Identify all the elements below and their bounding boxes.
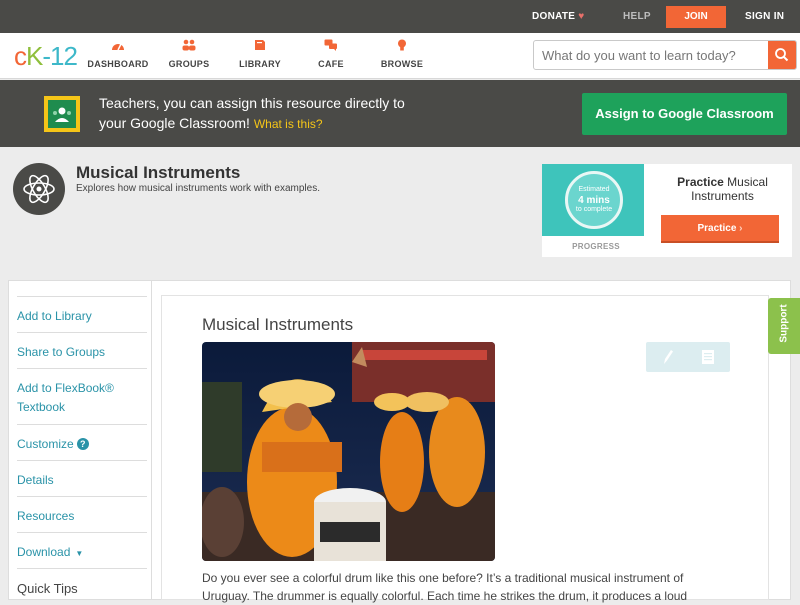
nav-browse[interactable]: BROWSE bbox=[367, 39, 437, 69]
nav-label: BROWSE bbox=[380, 59, 424, 69]
sidebar-resources[interactable]: Resources bbox=[17, 496, 147, 532]
support-label: Support bbox=[778, 304, 790, 343]
sidebar-add-to-flexbook[interactable]: Add to FlexBook® Textbook bbox=[17, 368, 147, 424]
page-subtitle: Explores how musical instruments work wi… bbox=[76, 183, 320, 194]
nav-label: CAFE bbox=[318, 59, 344, 69]
donate-label: DONATE bbox=[532, 11, 576, 22]
book-icon bbox=[255, 40, 265, 50]
ring-mins: 4 mins bbox=[578, 195, 610, 206]
sidebar-share-to-groups[interactable]: Share to Groups bbox=[17, 332, 147, 368]
people-icon bbox=[182, 39, 196, 51]
logo-k: K bbox=[26, 41, 43, 71]
google-classroom-banner: Teachers, you can assign this resource d… bbox=[0, 80, 800, 147]
ring-estimated: Estimated bbox=[578, 186, 610, 193]
heart-icon: ♥ bbox=[578, 11, 585, 22]
content-tools bbox=[646, 342, 730, 372]
pencil-icon[interactable] bbox=[661, 348, 675, 366]
download-label: Download bbox=[17, 545, 71, 559]
main-nav: cK-12 DASHBOARD GROUPS LIBRARY CAFE BROW… bbox=[0, 33, 800, 79]
chevron-right-icon: › bbox=[739, 223, 743, 234]
banner-line-2: your Google Classroom! bbox=[99, 115, 250, 131]
search-box bbox=[533, 40, 797, 70]
customize-label: Customize bbox=[17, 437, 74, 451]
practice-title-bold: Practice bbox=[677, 175, 724, 189]
banner-text: Teachers, you can assign this resource d… bbox=[99, 93, 499, 134]
left-sidebar: Add to Library Share to Groups Add to Fl… bbox=[8, 280, 151, 600]
practice-progress-graphic: Estimated 4 mins to complete bbox=[542, 164, 644, 236]
resource-header: Musical Instruments Explores how musical… bbox=[0, 147, 800, 272]
sign-in-link[interactable]: SIGN IN bbox=[745, 11, 784, 22]
search-input[interactable] bbox=[534, 41, 768, 69]
sidebar-details[interactable]: Details bbox=[17, 460, 147, 496]
nav-library[interactable]: LIBRARY bbox=[225, 39, 295, 69]
logo-c: c bbox=[14, 41, 27, 71]
caret-down-icon: ▼ bbox=[75, 549, 84, 558]
nav-label: DASHBOARD bbox=[87, 59, 149, 69]
google-classroom-icon bbox=[44, 96, 80, 132]
content-title: Musical Instruments bbox=[202, 315, 354, 334]
sidebar-customize[interactable]: Customize? bbox=[17, 424, 147, 460]
donate-link[interactable]: DONATE ♥ bbox=[532, 11, 585, 22]
assign-to-google-classroom-button[interactable]: Assign to Google Classroom bbox=[582, 93, 787, 135]
atom-icon bbox=[13, 163, 65, 215]
nav-dashboard[interactable]: DASHBOARD bbox=[83, 39, 153, 69]
notes-icon[interactable] bbox=[701, 349, 715, 365]
nav-cafe[interactable]: CAFE bbox=[296, 39, 366, 69]
practice-title: Practice Musical Instruments bbox=[660, 175, 785, 203]
page-title: Musical Instruments bbox=[76, 163, 241, 182]
sidebar-add-to-library[interactable]: Add to Library bbox=[17, 296, 147, 332]
chat-icon bbox=[324, 39, 337, 51]
progress-ring: Estimated 4 mins to complete bbox=[565, 171, 623, 229]
practice-card: Estimated 4 mins to complete PROGRESS Pr… bbox=[542, 164, 792, 257]
drummer-photo bbox=[202, 342, 495, 561]
practice-button[interactable]: Practice › bbox=[661, 215, 779, 243]
bulb-icon bbox=[398, 39, 406, 51]
ring-to-complete: to complete bbox=[575, 206, 613, 213]
ck12-logo[interactable]: cK-12 bbox=[14, 41, 78, 72]
banner-line-1: Teachers, you can assign this resource d… bbox=[99, 95, 405, 111]
what-is-this-link[interactable]: What is this? bbox=[254, 117, 323, 131]
search-button[interactable] bbox=[768, 41, 796, 69]
sidebar-quick-tips[interactable]: Quick Tips bbox=[17, 568, 147, 600]
sidebar-download[interactable]: Download ▼ bbox=[17, 532, 147, 568]
nav-label: GROUPS bbox=[168, 59, 210, 69]
search-icon bbox=[775, 48, 789, 62]
nav-label: LIBRARY bbox=[239, 59, 281, 69]
help-link[interactable]: HELP bbox=[623, 11, 651, 22]
practice-button-label: Practice bbox=[697, 223, 737, 234]
join-button[interactable]: JOIN bbox=[666, 6, 726, 28]
nav-groups[interactable]: GROUPS bbox=[154, 39, 224, 69]
support-tab[interactable]: Support bbox=[768, 298, 800, 354]
help-question-icon[interactable]: ? bbox=[76, 438, 89, 450]
progress-label: PROGRESS bbox=[572, 242, 620, 251]
gauge-icon bbox=[112, 43, 124, 51]
top-utility-bar: DONATE ♥ HELP JOIN SIGN IN bbox=[0, 0, 800, 33]
logo-12: -12 bbox=[42, 41, 78, 71]
